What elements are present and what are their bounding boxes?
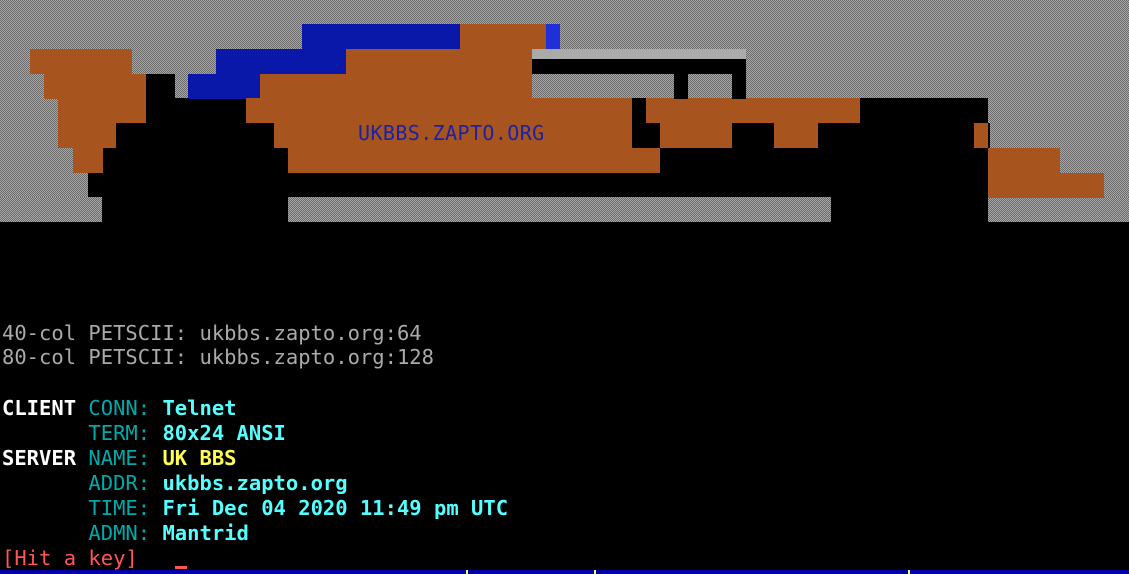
admn-value: Mantrid — [162, 521, 249, 545]
art-orange-shape — [974, 123, 988, 148]
time-key: TIME: — [88, 496, 151, 520]
term-key: TERM: — [88, 421, 151, 445]
server-admn-row: ADMN: Mantrid — [2, 521, 249, 545]
server-time-row: TIME: Fri Dec 04 2020 11:49 pm UTC — [2, 496, 508, 520]
art-blue-shape — [302, 24, 460, 49]
art-orange-shape — [460, 24, 546, 49]
term-value: 80x24 ANSI — [162, 421, 286, 445]
hit-a-key-prompt[interactable]: [Hit a key] — [2, 546, 138, 570]
art-bridge — [532, 59, 746, 74]
client-term-row: TERM: 80x24 ANSI — [2, 421, 286, 445]
connect-info-40col: 40-col PETSCII: ukbbs.zapto.org:64 — [2, 321, 422, 345]
art-orange-shape — [58, 98, 146, 123]
conn-value: Telnet — [162, 396, 237, 420]
art-bridge — [674, 74, 688, 99]
art-blue-shape — [546, 24, 560, 49]
art-orange-shape — [73, 148, 103, 173]
art-orange-shape — [288, 148, 660, 173]
art-orange-shape — [660, 123, 732, 148]
name-value: UK BBS — [162, 446, 237, 470]
art-ground — [145, 74, 175, 104]
banner-label: UKBBS.ZAPTO.ORG — [358, 121, 545, 145]
connect-info-80col: 80-col PETSCII: ukbbs.zapto.org:128 — [2, 345, 434, 369]
art-orange-shape — [346, 49, 532, 74]
client-section-label: CLIENT — [2, 396, 77, 420]
terminal-screen[interactable]: UKBBS.ZAPTO.ORG 40-col PETSCII: ukbbs.za… — [0, 0, 1129, 574]
art-sky — [988, 197, 1129, 222]
strip-marker — [594, 570, 596, 574]
art-orange-shape — [44, 74, 146, 99]
art-orange-shape — [58, 123, 116, 148]
art-bridge — [732, 74, 746, 99]
addr-key: ADDR: — [88, 471, 151, 495]
server-addr-row: ADDR: ukbbs.zapto.org — [2, 471, 348, 495]
strip-marker — [908, 570, 910, 574]
addr-value: ukbbs.zapto.org — [162, 471, 348, 495]
server-section-label: SERVER — [2, 446, 77, 470]
art-sky — [288, 197, 831, 222]
text-cursor — [175, 566, 187, 569]
art-blue-shape — [216, 49, 346, 74]
art-orange-shape — [30, 49, 132, 74]
art-orange-shape — [988, 148, 1060, 173]
art-orange-shape — [260, 74, 532, 99]
art-ground-base — [0, 222, 1129, 302]
art-blue-shape — [188, 74, 260, 99]
art-ground — [860, 98, 960, 128]
time-value: Fri Dec 04 2020 11:49 pm UTC — [162, 496, 509, 520]
admn-key: ADMN: — [88, 521, 151, 545]
art-orange-shape — [646, 98, 860, 123]
client-conn-row: CLIENT CONN: Telnet — [2, 396, 237, 420]
art-bridge — [532, 49, 746, 59]
strip-marker — [466, 570, 468, 574]
name-key: NAME: — [88, 446, 151, 470]
art-orange-shape — [774, 123, 818, 148]
art-orange-shape — [988, 173, 1104, 198]
art-sky — [0, 197, 102, 222]
bottom-status-strip — [0, 570, 1129, 574]
art-orange-shape — [246, 98, 632, 123]
conn-key: CONN: — [88, 396, 151, 420]
server-name-row: SERVER NAME: UK BBS — [2, 446, 237, 470]
